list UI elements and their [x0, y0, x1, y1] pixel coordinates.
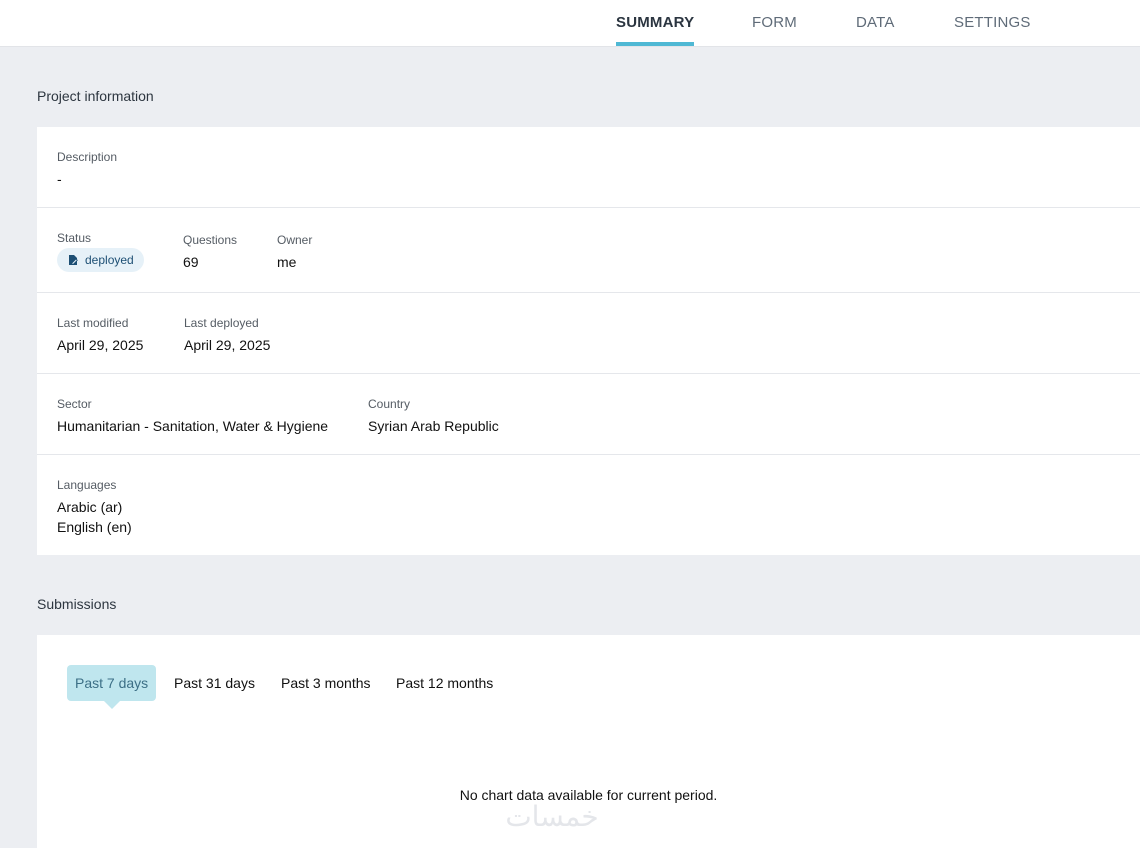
tab-data[interactable]: DATA [856, 0, 895, 46]
language-item: English (en) [57, 519, 132, 535]
status-row: Status deployed Questions 69 Owner me [37, 208, 1140, 293]
country-value: Syrian Arab Republic [368, 418, 499, 434]
description-value: - [57, 171, 62, 187]
country-label: Country [368, 397, 411, 411]
languages-field: Languages Arabic (ar) English (en) [57, 478, 132, 537]
period-past-7-days[interactable]: Past 7 days [67, 665, 157, 709]
questions-label: Questions [183, 233, 238, 247]
dates-row: Last modified April 29, 2025 Last deploy… [37, 293, 1140, 374]
project-info-title: Project information [37, 88, 154, 104]
status-field: Status deployed [57, 231, 144, 272]
owner-field: Owner me [277, 233, 312, 272]
last-deployed-field: Last deployed April 29, 2025 [184, 316, 270, 355]
questions-value: 69 [183, 254, 199, 270]
tab-data-label: DATA [856, 14, 895, 31]
description-label: Description [57, 150, 118, 164]
status-value: deployed [85, 253, 134, 267]
status-label: Status [57, 231, 92, 245]
tab-form-label: FORM [752, 14, 797, 31]
description-field: Description - [57, 150, 117, 189]
last-deployed-label: Last deployed [184, 316, 259, 330]
deployed-icon [69, 255, 78, 265]
owner-value: me [277, 254, 297, 270]
period-past-3-months[interactable]: Past 3 months [273, 665, 379, 701]
tab-settings-label: SETTINGS [954, 14, 1031, 31]
tab-form[interactable]: FORM [752, 0, 797, 46]
tab-summary-label: SUMMARY [616, 14, 695, 31]
description-row: Description - [37, 127, 1140, 208]
tab-settings[interactable]: SETTINGS [954, 0, 1031, 46]
project-info-card: Description - Status deployed Questions … [37, 127, 1140, 555]
watermark-logo: خمسات [505, 800, 599, 833]
active-tab-indicator [616, 42, 695, 46]
languages-row: Languages Arabic (ar) English (en) [37, 455, 1140, 555]
sector-row: Sector Humanitarian - Sanitation, Water … [37, 374, 1140, 455]
tab-summary[interactable]: SUMMARY [616, 0, 695, 46]
questions-field: Questions 69 [183, 233, 237, 272]
owner-label: Owner [277, 233, 313, 247]
top-nav: SUMMARY FORM DATA SETTINGS [0, 0, 1140, 47]
last-modified-value: April 29, 2025 [57, 337, 144, 353]
last-deployed-value: April 29, 2025 [184, 337, 271, 353]
last-modified-field: Last modified April 29, 2025 [57, 316, 143, 355]
language-item: Arabic (ar) [57, 499, 123, 515]
last-modified-label: Last modified [57, 316, 129, 330]
languages-list: Arabic (ar) English (en) [57, 497, 132, 537]
submissions-title: Submissions [37, 596, 117, 612]
period-past-12-months[interactable]: Past 12 months [388, 665, 501, 701]
sector-label: Sector [57, 397, 92, 411]
status-badge: deployed [57, 248, 144, 272]
country-field: Country Syrian Arab Republic [368, 397, 499, 436]
languages-label: Languages [57, 478, 117, 492]
sector-value: Humanitarian - Sanitation, Water & Hygie… [57, 418, 329, 434]
sector-field: Sector Humanitarian - Sanitation, Water … [57, 397, 328, 436]
period-past-31-days[interactable]: Past 31 days [166, 665, 263, 701]
